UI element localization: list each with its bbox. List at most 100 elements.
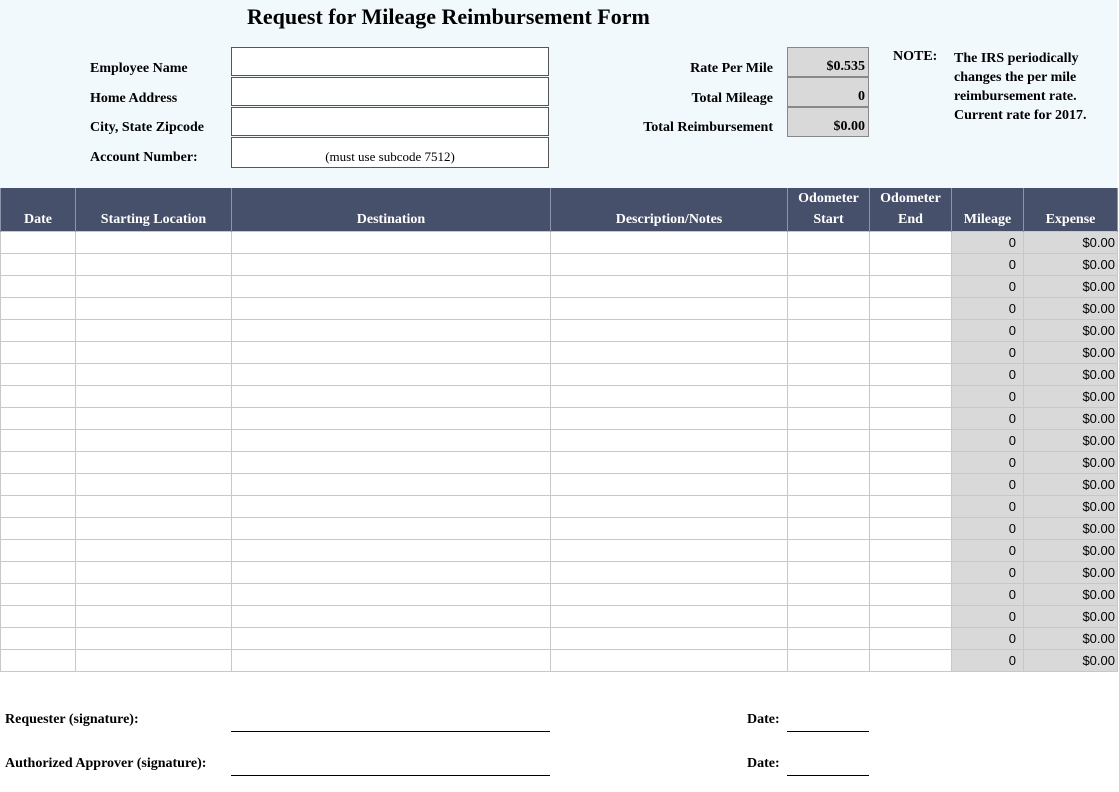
odometer-end-cell[interactable] — [869, 297, 952, 320]
date-cell[interactable] — [0, 297, 76, 320]
odometer-end-cell[interactable] — [869, 363, 952, 386]
starting-location-cell[interactable] — [75, 341, 232, 364]
description-cell[interactable] — [550, 275, 788, 298]
starting-location-cell[interactable] — [75, 495, 232, 518]
destination-cell[interactable] — [231, 517, 551, 540]
starting-location-cell[interactable] — [75, 297, 232, 320]
destination-cell[interactable] — [231, 649, 551, 672]
starting-location-cell[interactable] — [75, 451, 232, 474]
date-cell[interactable] — [0, 517, 76, 540]
starting-location-cell[interactable] — [75, 583, 232, 606]
destination-cell[interactable] — [231, 583, 551, 606]
odometer-start-cell[interactable] — [787, 319, 870, 342]
destination-cell[interactable] — [231, 561, 551, 584]
odometer-end-cell[interactable] — [869, 517, 952, 540]
date-cell[interactable] — [0, 627, 76, 650]
starting-location-cell[interactable] — [75, 517, 232, 540]
date-cell[interactable] — [0, 407, 76, 430]
odometer-end-cell[interactable] — [869, 473, 952, 496]
description-cell[interactable] — [550, 253, 788, 276]
date-cell[interactable] — [0, 451, 76, 474]
starting-location-cell[interactable] — [75, 363, 232, 386]
description-cell[interactable] — [550, 583, 788, 606]
odometer-start-cell[interactable] — [787, 473, 870, 496]
odometer-end-cell[interactable] — [869, 231, 952, 254]
odometer-end-cell[interactable] — [869, 583, 952, 606]
destination-cell[interactable] — [231, 385, 551, 408]
date-cell[interactable] — [0, 429, 76, 452]
date-cell[interactable] — [0, 649, 76, 672]
date-cell[interactable] — [0, 363, 76, 386]
description-cell[interactable] — [550, 561, 788, 584]
date-cell[interactable] — [0, 341, 76, 364]
destination-cell[interactable] — [231, 341, 551, 364]
description-cell[interactable] — [550, 451, 788, 474]
approver-signature-line[interactable] — [231, 760, 550, 776]
odometer-start-cell[interactable] — [787, 561, 870, 584]
odometer-start-cell[interactable] — [787, 495, 870, 518]
odometer-end-cell[interactable] — [869, 341, 952, 364]
odometer-start-cell[interactable] — [787, 407, 870, 430]
odometer-end-cell[interactable] — [869, 407, 952, 430]
odometer-start-cell[interactable] — [787, 583, 870, 606]
odometer-start-cell[interactable] — [787, 385, 870, 408]
destination-cell[interactable] — [231, 495, 551, 518]
odometer-end-cell[interactable] — [869, 605, 952, 628]
description-cell[interactable] — [550, 495, 788, 518]
description-cell[interactable] — [550, 649, 788, 672]
description-cell[interactable] — [550, 385, 788, 408]
destination-cell[interactable] — [231, 451, 551, 474]
description-cell[interactable] — [550, 231, 788, 254]
odometer-end-cell[interactable] — [869, 429, 952, 452]
starting-location-cell[interactable] — [75, 275, 232, 298]
requester-signature-line[interactable] — [231, 716, 550, 732]
odometer-start-cell[interactable] — [787, 649, 870, 672]
employee-name-field[interactable] — [231, 47, 549, 76]
starting-location-cell[interactable] — [75, 561, 232, 584]
destination-cell[interactable] — [231, 319, 551, 342]
odometer-start-cell[interactable] — [787, 275, 870, 298]
destination-cell[interactable] — [231, 253, 551, 276]
destination-cell[interactable] — [231, 473, 551, 496]
description-cell[interactable] — [550, 297, 788, 320]
starting-location-cell[interactable] — [75, 253, 232, 276]
destination-cell[interactable] — [231, 407, 551, 430]
odometer-end-cell[interactable] — [869, 385, 952, 408]
requester-date-line[interactable] — [787, 716, 869, 732]
odometer-start-cell[interactable] — [787, 517, 870, 540]
destination-cell[interactable] — [231, 539, 551, 562]
approver-date-line[interactable] — [787, 760, 869, 776]
date-cell[interactable] — [0, 253, 76, 276]
account-number-field[interactable]: (must use subcode 7512) — [231, 137, 549, 168]
destination-cell[interactable] — [231, 627, 551, 650]
destination-cell[interactable] — [231, 231, 551, 254]
description-cell[interactable] — [550, 605, 788, 628]
starting-location-cell[interactable] — [75, 539, 232, 562]
date-cell[interactable] — [0, 473, 76, 496]
odometer-end-cell[interactable] — [869, 539, 952, 562]
odometer-end-cell[interactable] — [869, 319, 952, 342]
description-cell[interactable] — [550, 363, 788, 386]
destination-cell[interactable] — [231, 275, 551, 298]
odometer-end-cell[interactable] — [869, 253, 952, 276]
odometer-end-cell[interactable] — [869, 649, 952, 672]
odometer-end-cell[interactable] — [869, 275, 952, 298]
odometer-end-cell[interactable] — [869, 495, 952, 518]
odometer-start-cell[interactable] — [787, 341, 870, 364]
starting-location-cell[interactable] — [75, 429, 232, 452]
description-cell[interactable] — [550, 627, 788, 650]
starting-location-cell[interactable] — [75, 605, 232, 628]
date-cell[interactable] — [0, 583, 76, 606]
date-cell[interactable] — [0, 275, 76, 298]
odometer-end-cell[interactable] — [869, 451, 952, 474]
odometer-start-cell[interactable] — [787, 297, 870, 320]
date-cell[interactable] — [0, 605, 76, 628]
odometer-start-cell[interactable] — [787, 451, 870, 474]
starting-location-cell[interactable] — [75, 649, 232, 672]
odometer-end-cell[interactable] — [869, 561, 952, 584]
description-cell[interactable] — [550, 473, 788, 496]
date-cell[interactable] — [0, 561, 76, 584]
destination-cell[interactable] — [231, 429, 551, 452]
description-cell[interactable] — [550, 341, 788, 364]
description-cell[interactable] — [550, 517, 788, 540]
